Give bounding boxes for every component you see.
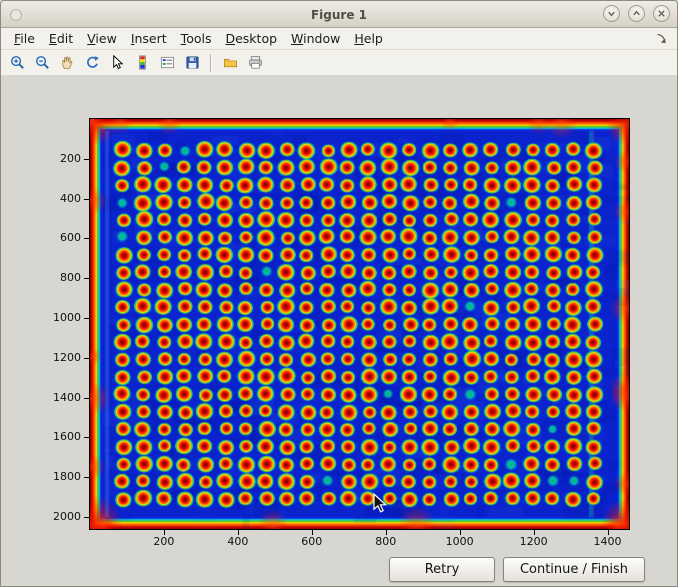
menu-edit[interactable]: Edit (42, 29, 80, 48)
y-tick-mark (84, 398, 89, 399)
microarray-heatmap-image[interactable] (90, 119, 629, 529)
y-tick-label: 1400 (29, 391, 81, 405)
y-tick-label: 1800 (29, 470, 81, 484)
menu-help[interactable]: Help (347, 29, 390, 48)
menu-desktop[interactable]: Desktop (218, 29, 284, 48)
toolbar-separator (210, 54, 212, 72)
dock-figure-icon[interactable] (651, 28, 671, 49)
figure-toolbar (1, 50, 677, 76)
y-tick-label: 1200 (29, 351, 81, 365)
y-tick-mark (84, 159, 89, 160)
retry-button[interactable]: Retry (389, 557, 495, 582)
x-tick-label: 1200 (512, 535, 556, 549)
y-tick-mark (84, 278, 89, 279)
print-icon (247, 54, 264, 71)
figure-canvas-area: Retry Continue / Finish 200 400 600 800 1000… (1, 75, 677, 586)
chevron-up-icon (631, 8, 642, 19)
y-tick-mark (84, 318, 89, 319)
y-tick-label: 200 (29, 152, 81, 166)
y-tick-mark (84, 358, 89, 359)
data-cursor-icon (109, 54, 126, 71)
menu-view[interactable]: View (80, 29, 124, 48)
menu-window[interactable]: Window (284, 29, 347, 48)
x-tick-mark (534, 530, 535, 535)
titlebar[interactable]: Figure 1 (1, 1, 677, 28)
y-tick-mark (84, 517, 89, 518)
legend-button[interactable] (156, 52, 178, 74)
y-tick-label: 1000 (29, 311, 81, 325)
zoom-in-icon (9, 54, 26, 71)
x-tick-mark (164, 530, 165, 535)
rotate-3d-icon (84, 54, 101, 71)
y-tick-mark (84, 238, 89, 239)
x-tick-label: 600 (290, 535, 334, 549)
x-tick-mark (386, 530, 387, 535)
y-tick-label: 400 (29, 192, 81, 206)
window-controls (603, 5, 670, 22)
save-icon (184, 54, 201, 71)
pan-hand-icon (59, 54, 76, 71)
menu-insert[interactable]: Insert (124, 29, 174, 48)
x-tick-label: 800 (364, 535, 408, 549)
open-button[interactable] (219, 52, 241, 74)
maximize-button[interactable] (628, 5, 645, 22)
menubar: File Edit View Insert Tools Desktop Wind… (1, 28, 677, 50)
y-tick-label: 600 (29, 231, 81, 245)
x-tick-mark (460, 530, 461, 535)
pan-button[interactable] (56, 52, 78, 74)
menu-tools[interactable]: Tools (174, 29, 219, 48)
y-tick-label: 1600 (29, 430, 81, 444)
data-cursor-button[interactable] (106, 52, 128, 74)
print-button[interactable] (244, 52, 266, 74)
legend-icon (159, 54, 176, 71)
open-folder-icon (222, 54, 239, 71)
colorbar-button[interactable] (131, 52, 153, 74)
continue-finish-button[interactable]: Continue / Finish (503, 557, 645, 582)
colorbar-icon (134, 54, 151, 71)
x-tick-label: 400 (216, 535, 260, 549)
save-button[interactable] (181, 52, 203, 74)
zoom-out-button[interactable] (31, 52, 53, 74)
x-tick-label: 1000 (438, 535, 482, 549)
menu-file[interactable]: File (7, 29, 42, 48)
close-icon (656, 8, 667, 19)
rotate-3d-button[interactable] (81, 52, 103, 74)
close-button[interactable] (653, 5, 670, 22)
x-tick-mark (238, 530, 239, 535)
x-tick-label: 200 (142, 535, 186, 549)
zoom-out-icon (34, 54, 51, 71)
zoom-in-button[interactable] (6, 52, 28, 74)
x-tick-mark (312, 530, 313, 535)
figure-window: Figure 1 File Edit View Insert (0, 0, 678, 587)
y-tick-label: 800 (29, 271, 81, 285)
y-tick-mark (84, 437, 89, 438)
x-tick-mark (608, 530, 609, 535)
y-tick-mark (84, 199, 89, 200)
x-tick-label: 1400 (586, 535, 630, 549)
plot-box (89, 118, 630, 530)
window-menu-icon[interactable] (10, 9, 22, 21)
y-tick-mark (84, 477, 89, 478)
window-title: Figure 1 (311, 8, 367, 22)
chevron-down-icon (606, 8, 617, 19)
y-tick-label: 2000 (29, 510, 81, 524)
minimize-button[interactable] (603, 5, 620, 22)
